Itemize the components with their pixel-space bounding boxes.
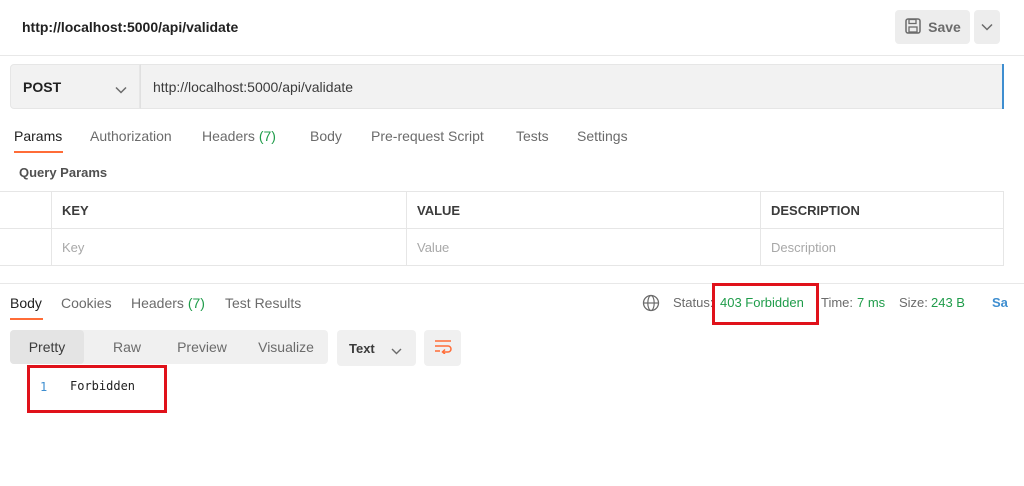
column-description: DESCRIPTION	[760, 192, 1004, 228]
view-mode-toggle: Pretty Raw Preview Visualize	[10, 330, 328, 364]
tab-settings[interactable]: Settings	[577, 128, 628, 144]
chevron-down-icon	[391, 343, 402, 358]
divider	[0, 55, 1024, 56]
body-highlight-box	[27, 365, 167, 413]
view-pretty[interactable]: Pretty	[10, 330, 84, 364]
column-value: VALUE	[406, 192, 760, 228]
save-response-link[interactable]: Sa	[992, 295, 1008, 310]
response-tab-headers[interactable]: Headers (7)	[131, 295, 205, 311]
wrap-lines-button[interactable]	[424, 330, 461, 366]
query-params-heading: Query Params	[19, 165, 108, 180]
time-value[interactable]: 7 ms	[857, 295, 885, 310]
send-button-edge[interactable]	[1002, 64, 1004, 109]
size-label: Size:	[899, 295, 928, 310]
query-params-table: KEY VALUE DESCRIPTION Key Value Descript…	[0, 191, 1004, 266]
view-raw[interactable]: Raw	[92, 330, 162, 364]
tab-params[interactable]: Params	[14, 128, 62, 144]
size-value[interactable]: 243 B	[931, 295, 965, 310]
method-value: POST	[23, 78, 62, 95]
save-options-button[interactable]	[974, 10, 1000, 44]
save-button[interactable]: Save	[895, 10, 970, 44]
method-select[interactable]: POST	[10, 64, 140, 109]
view-preview[interactable]: Preview	[162, 330, 242, 364]
tab-pre-request-script[interactable]: Pre-request Script	[371, 128, 484, 144]
description-input[interactable]: Description	[760, 229, 1004, 266]
view-visualize[interactable]: Visualize	[244, 330, 328, 364]
response-headers-count: (7)	[187, 295, 205, 311]
tab-tests[interactable]: Tests	[516, 128, 549, 144]
response-tab-cookies[interactable]: Cookies	[61, 295, 112, 311]
key-input[interactable]: Key	[51, 229, 406, 266]
request-title: http://localhost:5000/api/validate	[22, 19, 239, 35]
format-select[interactable]: Text	[337, 330, 416, 366]
table-header-row: KEY VALUE DESCRIPTION	[0, 192, 1004, 229]
wrap-lines-icon	[433, 338, 453, 359]
response-tab-body[interactable]: Body	[10, 295, 42, 311]
active-tab-indicator	[10, 318, 43, 320]
save-icon	[904, 17, 922, 38]
column-key: KEY	[51, 192, 406, 228]
globe-icon[interactable]	[642, 294, 660, 317]
pane-divider[interactable]	[0, 283, 1024, 284]
status-label: Status:	[673, 295, 714, 310]
format-value: Text	[349, 340, 375, 356]
table-row: Key Value Description	[0, 229, 1004, 266]
tab-headers[interactable]: Headers (7)	[202, 128, 276, 144]
response-tab-test-results[interactable]: Test Results	[225, 295, 301, 311]
time-label: Time:	[821, 295, 854, 310]
headers-count: (7)	[258, 128, 276, 144]
checkbox-column	[0, 192, 51, 228]
tab-authorization[interactable]: Authorization	[90, 128, 172, 144]
value-input[interactable]: Value	[406, 229, 760, 266]
status-highlight-box	[712, 283, 819, 325]
save-label: Save	[928, 19, 961, 35]
tab-body[interactable]: Body	[310, 128, 342, 144]
row-checkbox-cell	[0, 229, 51, 266]
url-input[interactable]: http://localhost:5000/api/validate	[140, 64, 1004, 109]
chevron-down-icon	[981, 18, 993, 36]
active-tab-indicator	[14, 151, 63, 153]
chevron-down-icon	[115, 81, 127, 97]
